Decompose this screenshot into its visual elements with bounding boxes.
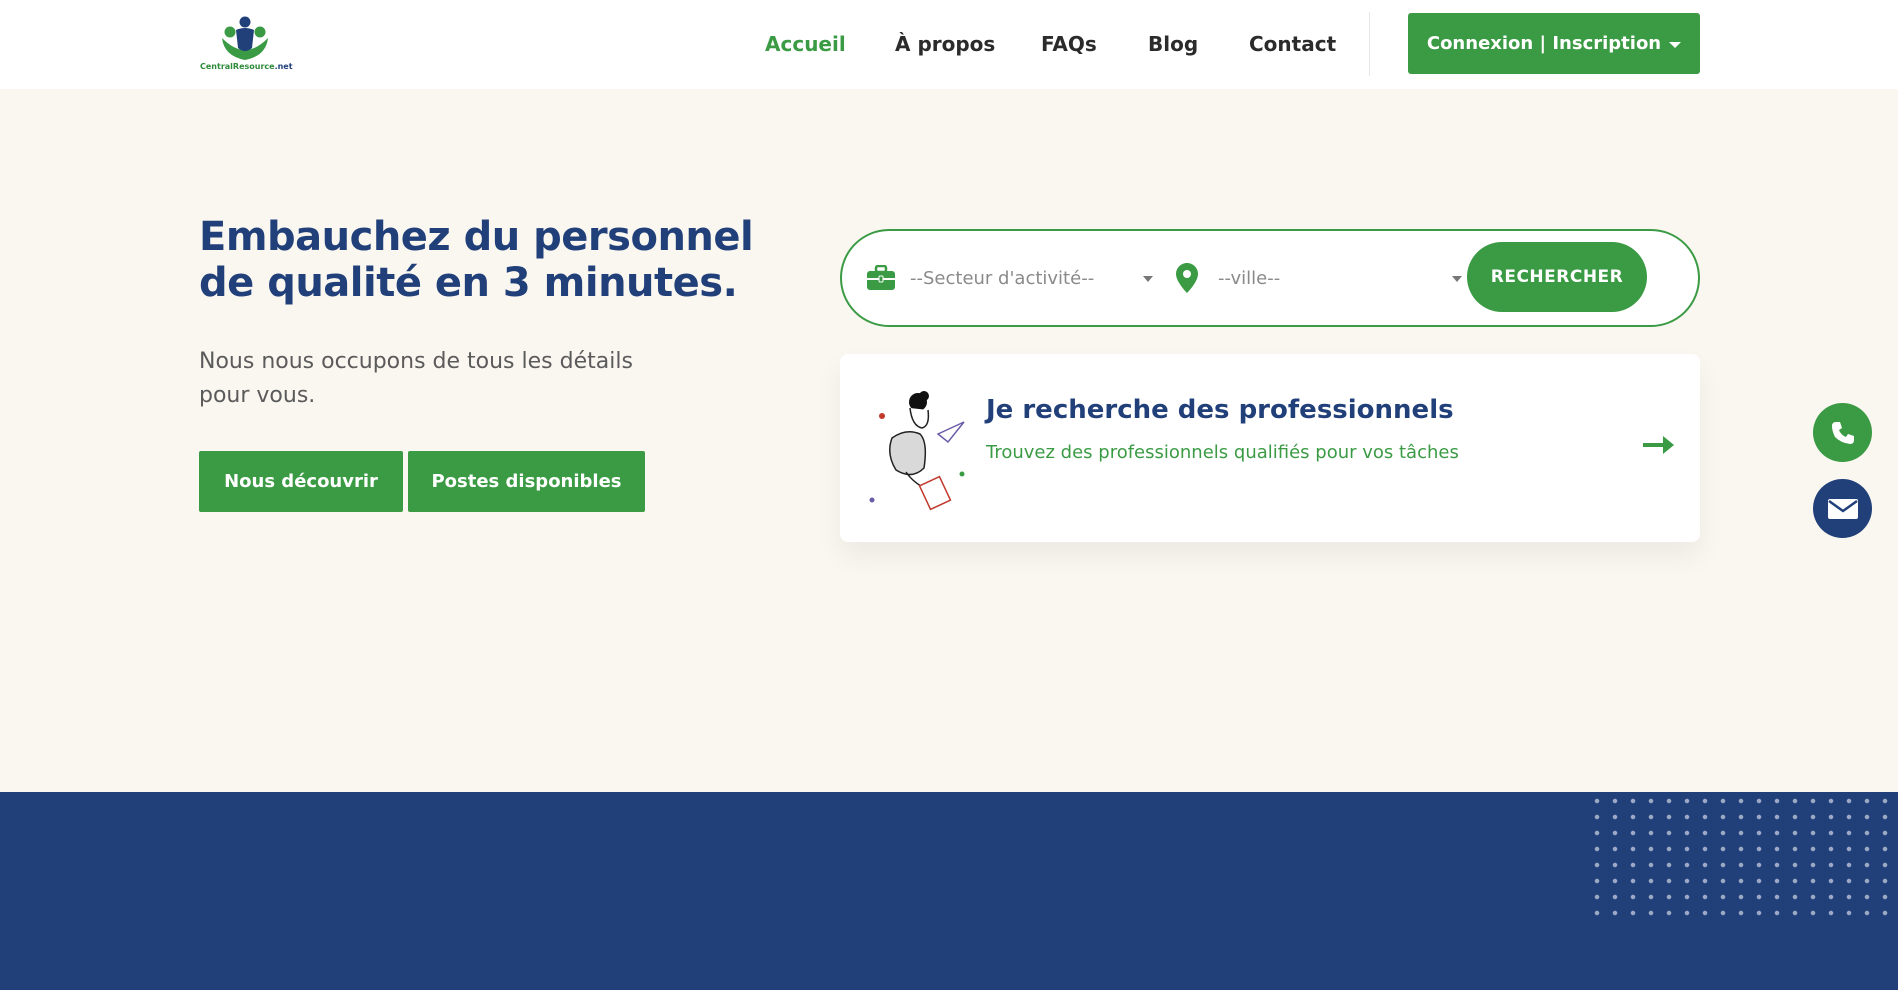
nav-accueil[interactable]: Accueil <box>765 32 846 56</box>
city-placeholder: --ville-- <box>1218 267 1281 289</box>
nav-a-propos[interactable]: À propos <box>895 32 995 56</box>
nav-blog[interactable]: Blog <box>1148 32 1198 56</box>
positions-button[interactable]: Postes disponibles <box>408 451 645 512</box>
login-register-button[interactable]: Connexion | Inscription <box>1408 13 1700 74</box>
hero-title-line1: Embauchez du personnel <box>199 214 754 260</box>
card-subtitle: Trouvez des professionnels qualifiés pou… <box>986 442 1459 463</box>
city-select[interactable]: --ville-- <box>1176 231 1486 325</box>
hero-title-line2: de qualité en 3 minutes. <box>199 260 738 306</box>
thinking-person-illustration <box>869 391 965 511</box>
decorative-dot-pattern <box>1588 793 1898 925</box>
logo-wordmark: CentralResource.net <box>200 62 293 71</box>
phone-button[interactable] <box>1813 403 1872 462</box>
phone-icon <box>1831 421 1854 444</box>
city-chevron-down-icon <box>1452 276 1462 282</box>
site-logo[interactable]: CentralResource.net <box>200 14 293 74</box>
email-button[interactable] <box>1813 479 1872 538</box>
sector-select[interactable]: --Secteur d'activité-- <box>866 231 1166 325</box>
arrow-right-icon[interactable] <box>1643 435 1675 455</box>
card-title: Je recherche des professionnels <box>986 395 1454 425</box>
briefcase-icon <box>867 265 895 290</box>
hero-subtitle-line1: Nous nous occupons de tous les détails <box>199 349 633 374</box>
envelope-icon <box>1827 498 1858 519</box>
sector-placeholder: --Secteur d'activité-- <box>910 267 1095 289</box>
hero-title: Embauchez du personnel de qualité en 3 m… <box>199 214 759 306</box>
hero-subtitle-line2: pour vous. <box>199 383 316 408</box>
map-pin-icon <box>1176 263 1198 293</box>
sector-chevron-down-icon <box>1143 276 1153 282</box>
nav-faqs[interactable]: FAQs <box>1041 32 1097 56</box>
nav-contact[interactable]: Contact <box>1249 32 1336 56</box>
hero-subtitle: Nous nous occupons de tous les détails p… <box>199 345 679 413</box>
discover-button[interactable]: Nous découvrir <box>199 451 403 512</box>
login-register-label: Connexion | Inscription <box>1426 33 1662 54</box>
find-professionals-card[interactable]: Je recherche des professionnels Trouvez … <box>840 354 1700 542</box>
caret-down-icon <box>1669 41 1682 48</box>
site-header: CentralResource.net Accueil À propos FAQ… <box>0 0 1898 89</box>
logo-icon <box>222 16 268 60</box>
nav-divider <box>1369 12 1370 76</box>
search-button[interactable]: RECHERCHER <box>1467 242 1647 312</box>
